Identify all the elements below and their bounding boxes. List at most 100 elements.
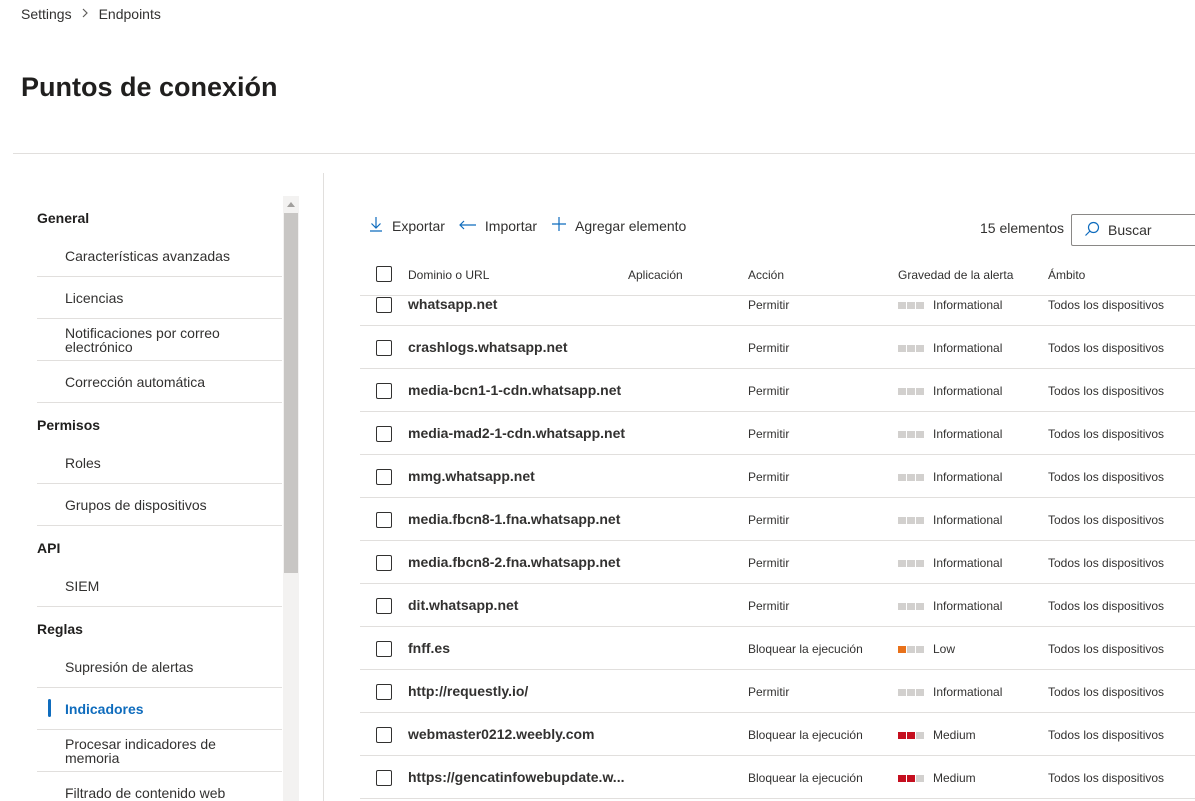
nav-item-indicadores[interactable]: Indicadores: [37, 688, 282, 730]
severity-bar: [907, 688, 915, 696]
table-row[interactable]: webmaster0212.weebly.com Bloquear la ejec…: [360, 713, 1195, 756]
row-action: Permitir: [748, 470, 790, 484]
column-header-action[interactable]: Acción: [748, 268, 784, 282]
row-severity-label: Low: [933, 642, 956, 656]
row-domain[interactable]: dit.whatsapp.net: [408, 597, 518, 613]
row-action: Permitir: [748, 298, 790, 312]
table-row[interactable]: whatsapp.net Permitir Informational Todos l…: [360, 296, 1195, 326]
export-button[interactable]: Exportar: [368, 216, 445, 235]
import-arrow-icon: [459, 218, 485, 234]
row-checkbox[interactable]: [376, 641, 392, 657]
nav-scrollbar[interactable]: [283, 196, 299, 801]
row-severity: Informational: [898, 470, 1002, 484]
nav-item-label: Roles: [65, 454, 101, 471]
toolbar: Exportar Importar Agregar elemento: [368, 216, 700, 235]
row-domain[interactable]: webmaster0212.weebly.com: [408, 726, 595, 742]
row-severity-label: Informational: [933, 384, 1003, 398]
column-header-scope[interactable]: Ámbito: [1048, 268, 1085, 282]
row-checkbox[interactable]: [376, 598, 392, 614]
severity-bar: [916, 688, 924, 696]
row-domain[interactable]: media-mad2-1-cdn.whatsapp.net: [408, 425, 625, 441]
nav-item-siem[interactable]: SIEM: [37, 565, 282, 607]
row-domain[interactable]: mmg.whatsapp.net: [408, 468, 535, 484]
row-checkbox[interactable]: [376, 512, 392, 528]
nav-group-reglas: Reglas: [37, 621, 83, 637]
nav-item-procesar-indicadores[interactable]: Procesar indicadores de memoria: [37, 730, 282, 772]
column-header-domain[interactable]: Dominio o URL: [408, 268, 489, 282]
import-button[interactable]: Importar: [459, 218, 537, 234]
header-divider: [13, 153, 1195, 154]
row-checkbox[interactable]: [376, 383, 392, 399]
column-header-severity[interactable]: Gravedad de la alerta: [898, 268, 1013, 282]
row-action: Permitir: [748, 599, 790, 613]
row-checkbox[interactable]: [376, 727, 392, 743]
severity-bar: [907, 473, 915, 481]
nav-item-label: Indicadores: [65, 700, 144, 717]
nav-item-filtrado-web[interactable]: Filtrado de contenido web: [37, 772, 282, 801]
row-severity-label: Informational: [933, 341, 1003, 355]
row-scope: Todos los dispositivos: [1048, 470, 1165, 484]
download-icon: [368, 216, 392, 235]
table-row[interactable]: media-mad2-1-cdn.whatsapp.net Permitir Inf…: [360, 412, 1195, 455]
row-checkbox[interactable]: [376, 426, 392, 442]
row-scope: Todos los dispositivos: [1048, 599, 1165, 613]
severity-bar: [916, 430, 924, 438]
row-severity: Informational: [898, 384, 1002, 398]
row-checkbox[interactable]: [376, 340, 392, 356]
row-checkbox[interactable]: [376, 684, 392, 700]
severity-bars-icon: [898, 645, 925, 653]
column-header-app[interactable]: Aplicación: [628, 268, 683, 282]
table-row[interactable]: http://requestly.io/Permitir Informationa…: [360, 670, 1195, 713]
row-domain[interactable]: media-bcn1-1-cdn.whatsapp.net: [408, 382, 621, 398]
scroll-up-arrow-icon[interactable]: [287, 202, 295, 207]
severity-bar: [907, 516, 915, 524]
add-item-button[interactable]: Agregar elemento: [551, 216, 686, 235]
row-domain[interactable]: crashlogs.whatsapp.net: [408, 339, 567, 355]
row-action: Permitir: [748, 556, 790, 570]
row-domain[interactable]: media.fbcn8-1.fna.whatsapp.net: [408, 511, 620, 527]
row-checkbox[interactable]: [376, 770, 392, 786]
select-all-checkbox[interactable]: [376, 266, 392, 282]
row-domain[interactable]: https://gencatinfowebupdate.w...: [408, 769, 624, 785]
table-row[interactable]: media-bcn1-1-cdn.whatsapp.net Permitir Inf…: [360, 369, 1195, 412]
table-row[interactable]: crashlogs.whatsapp.net Permitir Informatio…: [360, 326, 1195, 369]
nav-item-notificaciones[interactable]: Notificaciones por correo electrónico: [37, 319, 282, 361]
nav-item-label: Filtrado de contenido web: [65, 784, 226, 801]
nav-item-supresion-alertas[interactable]: Supresión de alertas: [37, 646, 282, 688]
table-row[interactable]: mmg.whatsapp.net Permitir Informational Tod…: [360, 455, 1195, 498]
nav-item-licencias[interactable]: Licencias: [37, 277, 282, 319]
row-severity: Informational: [898, 685, 1002, 699]
scroll-thumb[interactable]: [284, 213, 298, 573]
table-row[interactable]: media.fbcn8-2.fna.whatsapp.net Permitir In…: [360, 541, 1195, 584]
row-checkbox[interactable]: [376, 469, 392, 485]
row-checkbox[interactable]: [376, 297, 392, 313]
row-severity-label: Informational: [933, 427, 1003, 441]
plus-icon: [551, 216, 575, 235]
row-domain[interactable]: fnff.es: [408, 640, 450, 656]
search-box[interactable]: Buscar: [1071, 214, 1195, 246]
row-domain[interactable]: whatsapp.net: [408, 296, 497, 312]
severity-bar: [907, 731, 915, 739]
nav-item-correccion-automatica[interactable]: Corrección automática: [37, 361, 282, 403]
severity-bars-icon: [898, 473, 925, 481]
row-checkbox[interactable]: [376, 555, 392, 571]
table-row[interactable]: fnff.es Bloquear la ejecución Low Todos los…: [360, 627, 1195, 670]
severity-bar: [898, 602, 906, 610]
settings-nav: General Características avanzadas Licenc…: [0, 195, 282, 801]
severity-bar: [907, 301, 915, 309]
table-row[interactable]: dit.whatsapp.net Permitir Informational Tod…: [360, 584, 1195, 627]
nav-item-roles[interactable]: Roles: [37, 442, 282, 484]
item-count: 15 elementos: [980, 220, 1065, 236]
panel-divider: [323, 173, 324, 801]
severity-bars-icon: [898, 344, 925, 352]
breadcrumb-settings[interactable]: Settings: [21, 6, 72, 22]
row-domain[interactable]: http://requestly.io/: [408, 683, 528, 699]
nav-item-grupos-dispositivos[interactable]: Grupos de dispositivos: [37, 484, 282, 526]
table-row[interactable]: https://gencatinfowebupdate.w... Bloquear…: [360, 756, 1195, 799]
table-row[interactable]: media.fbcn8-1.fna.whatsapp.net Permitir In…: [360, 498, 1195, 541]
row-domain[interactable]: media.fbcn8-2.fna.whatsapp.net: [408, 554, 620, 570]
severity-bar: [916, 731, 924, 739]
severity-bar: [898, 430, 906, 438]
row-severity: Informational: [898, 427, 1002, 441]
nav-item-caracteristicas-avanzadas[interactable]: Características avanzadas: [37, 235, 282, 277]
